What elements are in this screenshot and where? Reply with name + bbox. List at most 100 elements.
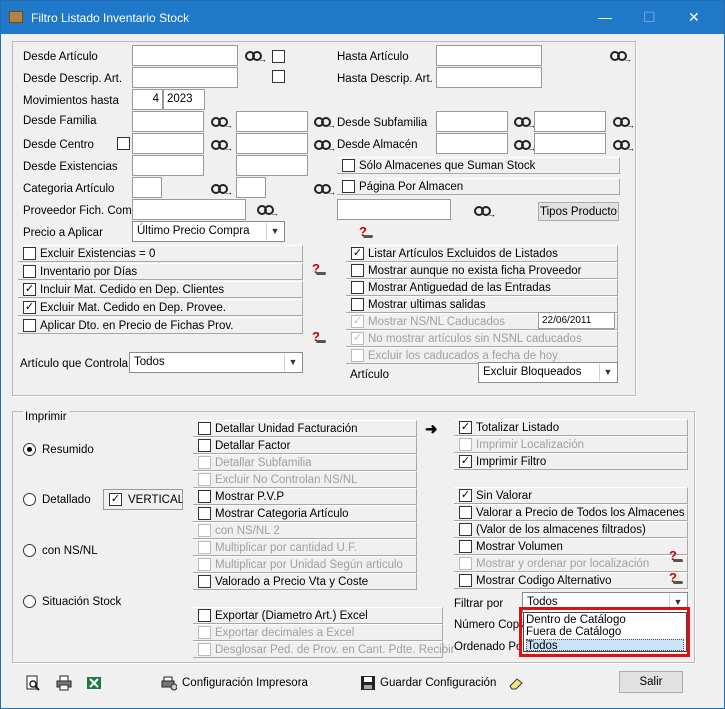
right-option-checkbox[interactable] (351, 298, 364, 311)
left-option-checkbox[interactable] (23, 265, 36, 278)
precio-aplicar-select[interactable]: Último Precio Compra ▼ (132, 221, 285, 242)
left-option-row[interactable]: Excluir Existencias = 0 (18, 245, 303, 262)
valor-option-row[interactable]: ✓ Sin Valorar (454, 487, 688, 504)
config-impresora-label[interactable]: Configuración Impresora (182, 676, 308, 690)
solo-almacenes-row[interactable]: Sólo Almacenes que Suman Stock (337, 157, 620, 174)
binoculars-icon[interactable]: → (513, 137, 536, 153)
tipos-producto-button[interactable]: Tipos Producto (538, 202, 619, 221)
help-icon[interactable]: ? (359, 225, 375, 239)
print-option-row[interactable]: Mostrar Categoria Artículo (193, 505, 417, 522)
valor-option-checkbox[interactable] (459, 523, 472, 536)
binoculars-icon[interactable]: → (210, 181, 233, 197)
help-icon[interactable]: ? (312, 262, 328, 276)
desde-centro-input[interactable] (132, 133, 204, 154)
proveedor-input[interactable] (132, 199, 246, 220)
print-option-checkbox[interactable] (198, 507, 211, 520)
print-option-checkbox[interactable] (198, 575, 211, 588)
total-option-checkbox[interactable]: ✓ (459, 421, 472, 434)
printer-settings-icon[interactable] (161, 675, 177, 691)
solo-almacenes-check[interactable] (342, 159, 355, 172)
export-option-row[interactable]: Exportar (Diametro Art.) Excel (193, 607, 443, 624)
vertical-box[interactable]: ✓ VERTICAL (103, 489, 183, 510)
desde-subfamilia-input[interactable] (436, 111, 508, 132)
chevron-down-icon[interactable]: ▼ (266, 223, 283, 240)
guardar-config-label[interactable]: Guardar Configuración (380, 676, 496, 690)
excel-icon[interactable] (86, 675, 102, 691)
desde-descrip-check[interactable] (272, 70, 285, 83)
valor-option-row[interactable]: (Valor de los almacenes filtrados) (454, 521, 688, 538)
left-option-row[interactable]: ✓ Excluir Mat. Cedido en Dep. Provee. (18, 299, 303, 316)
print-option-checkbox[interactable] (198, 439, 211, 452)
articulo-select[interactable]: Excluir Bloqueados ▼ (478, 362, 618, 383)
desde-familia-input[interactable] (132, 111, 204, 132)
right-option-checkbox[interactable]: ✓ (351, 247, 364, 260)
binoculars-icon[interactable]: → (612, 114, 635, 130)
eraser-icon[interactable] (508, 675, 524, 691)
desde-categoria-input[interactable] (132, 177, 162, 198)
left-option-row[interactable]: Inventario por Días (18, 263, 303, 280)
hasta-familia-input[interactable] (236, 111, 308, 132)
valor-option-row[interactable]: Mostrar Volumen (454, 538, 688, 555)
hasta-descrip-input[interactable] (436, 67, 542, 88)
desde-articulo-check[interactable] (272, 50, 285, 63)
movimientos-anio-input[interactable]: 2023 (163, 89, 205, 110)
binoculars-icon[interactable]: → (313, 181, 336, 197)
chevron-down-icon[interactable]: ▼ (599, 364, 616, 381)
left-option-checkbox[interactable]: ✓ (23, 301, 36, 314)
total-option-checkbox[interactable]: ✓ (459, 455, 472, 468)
valor-option-checkbox[interactable] (459, 540, 472, 553)
print-option-checkbox[interactable] (198, 422, 211, 435)
vertical-check[interactable]: ✓ (109, 493, 122, 506)
pagina-almacen-check[interactable] (342, 180, 355, 193)
left-option-checkbox[interactable] (23, 247, 36, 260)
left-option-checkbox[interactable]: ✓ (23, 283, 36, 296)
desde-descrip-input[interactable] (132, 67, 238, 88)
print-option-row[interactable]: Valorado a Precio Vta y Coste (193, 573, 417, 590)
left-option-row[interactable]: ✓ Incluir Mat. Cedido en Dep. Clientes (18, 281, 303, 298)
binoculars-icon[interactable]: → (210, 114, 233, 130)
radio-resumido[interactable] (23, 443, 36, 456)
articulo-controla-select[interactable]: Todos ▼ (129, 352, 303, 373)
close-button[interactable]: ✕ (688, 10, 700, 24)
binoculars-icon[interactable]: → (313, 114, 336, 130)
movimientos-mes-input[interactable]: 4 (132, 89, 163, 110)
binoculars-icon[interactable]: → (210, 137, 233, 153)
desde-centro-check[interactable] (117, 137, 130, 150)
hasta-almacen-input[interactable] (534, 133, 606, 154)
valor-option-checkbox[interactable]: ✓ (459, 489, 472, 502)
hasta-categoria-input[interactable] (236, 177, 266, 198)
left-option-row[interactable]: Aplicar Dto. en Precio de Fichas Prov. (18, 317, 303, 334)
right-option-checkbox[interactable] (351, 281, 364, 294)
pagina-almacen-row[interactable]: Página Por Almacen (337, 178, 620, 195)
radio-detallado[interactable] (23, 493, 36, 506)
desde-existencias-input[interactable] (132, 155, 204, 176)
right-option-row[interactable]: Mostrar aunque no exista ficha Proveedor (346, 262, 618, 279)
print-option-row[interactable]: Detallar Unidad Facturación (193, 420, 417, 437)
print-preview-icon[interactable] (25, 675, 41, 691)
desde-articulo-input[interactable] (132, 45, 238, 66)
chevron-down-icon[interactable]: ▼ (284, 354, 301, 371)
total-option-row[interactable]: ✓ Totalizar Listado (454, 419, 688, 436)
valor-option-row[interactable]: Mostrar Codigo Alternativo (454, 572, 688, 589)
hasta-articulo-input[interactable] (436, 45, 542, 66)
proveedor2-input[interactable] (337, 199, 451, 220)
minimize-button[interactable]: — (598, 10, 612, 24)
binoculars-icon[interactable]: → (256, 202, 279, 218)
hasta-centro-input[interactable] (236, 133, 308, 154)
binoculars-icon[interactable]: → (244, 48, 267, 64)
print-option-row[interactable]: Mostrar P.V.P (193, 488, 417, 505)
radio-situacion-stock[interactable] (23, 595, 36, 608)
right-option-row[interactable]: Mostrar Antiguedad de las Entradas (346, 279, 618, 296)
salir-button[interactable]: Salir (619, 671, 683, 693)
print-option-checkbox[interactable] (198, 490, 211, 503)
valor-option-checkbox[interactable] (459, 506, 472, 519)
right-option-checkbox[interactable] (351, 264, 364, 277)
help-icon[interactable]: ? (669, 549, 685, 563)
binoculars-icon[interactable]: → (609, 48, 632, 64)
binoculars-icon[interactable]: → (473, 203, 496, 219)
maximize-button[interactable]: ☐ (643, 10, 656, 24)
hasta-existencias-input[interactable] (236, 155, 308, 176)
hasta-subfamilia-input[interactable] (534, 111, 606, 132)
binoculars-icon[interactable]: → (313, 137, 336, 153)
radio-con-nsnl[interactable] (23, 544, 36, 557)
